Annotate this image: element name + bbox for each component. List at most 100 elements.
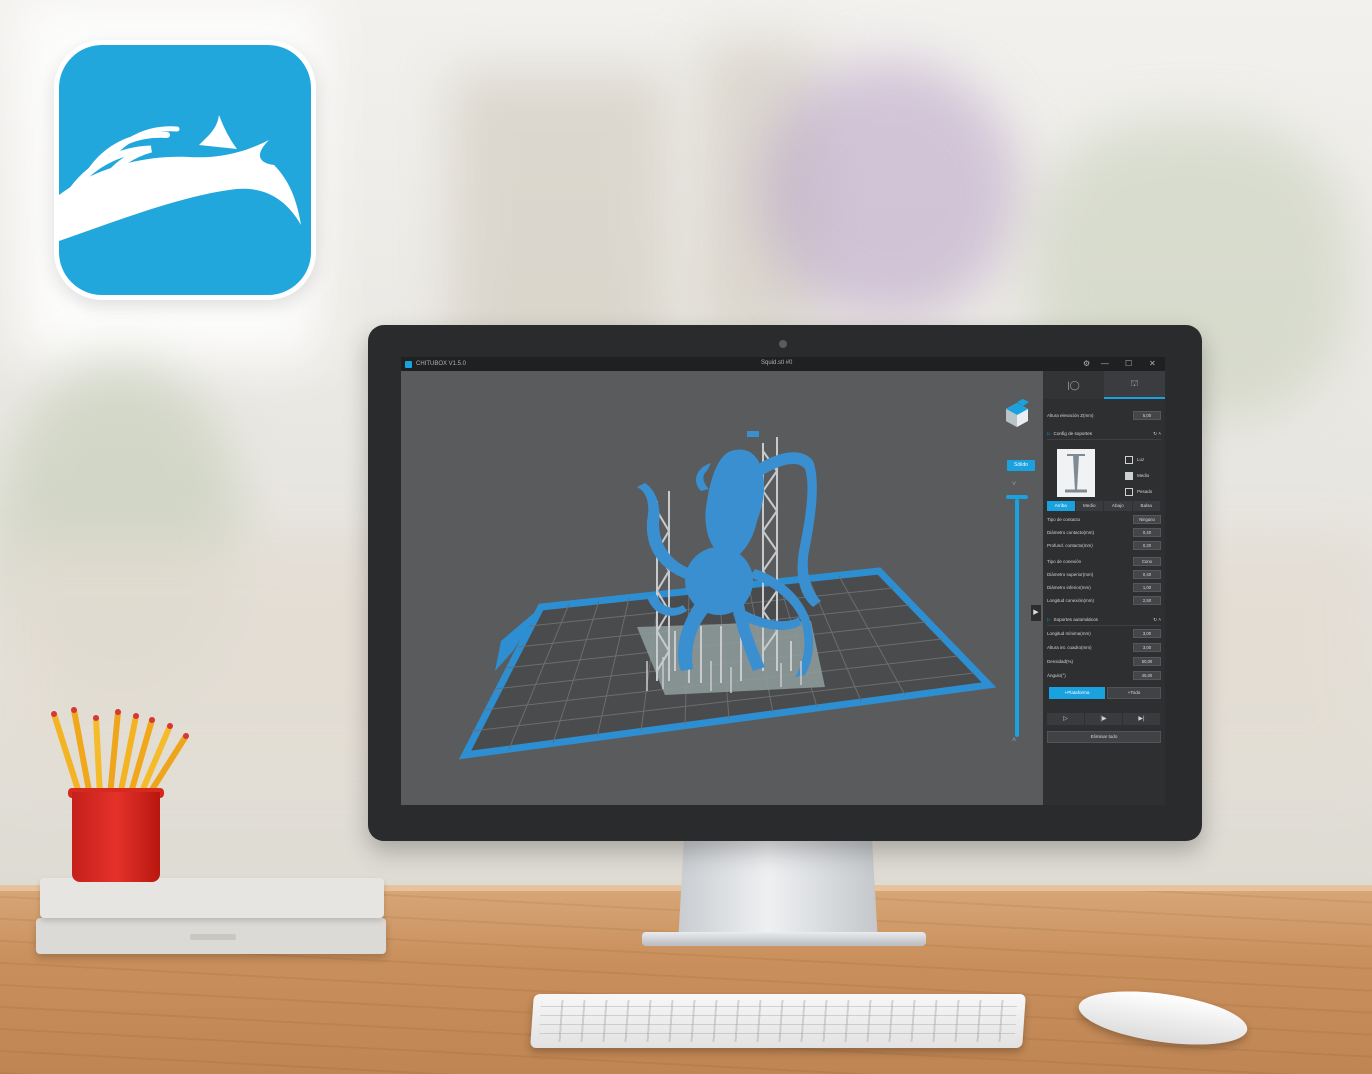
subtab-middle[interactable]: Medio <box>1075 501 1104 511</box>
support-action-row: ▷ |▶ ▶| <box>1047 713 1161 725</box>
contact-type-row: Tipo de contacto Ninguno <box>1047 515 1161 524</box>
monitor-stand <box>678 838 878 944</box>
support-config-title: Config de soportes <box>1053 431 1093 436</box>
min-length-row: Longitud mínima(mm) 3,00 <box>1047 629 1161 638</box>
upper-diameter-label: Diámetro superior(mm) <box>1047 572 1094 577</box>
contact-depth-row: Profund. contacto(mm) 0,20 <box>1047 541 1161 550</box>
density-light-option[interactable]: Luz <box>1125 455 1165 464</box>
monitor-stand-base <box>642 932 926 946</box>
density-light-label: Luz <box>1137 457 1145 462</box>
panel-toggle-button[interactable]: ▶ <box>1031 605 1041 621</box>
contact-diameter-input[interactable]: 0,40 <box>1133 528 1161 537</box>
connection-type-select[interactable]: Cono <box>1133 557 1161 566</box>
angle-input[interactable]: 45,00 <box>1133 671 1161 680</box>
contact-diameter-row: Diámetro contacto(mm) 0,40 <box>1047 528 1161 537</box>
auto-supports-header[interactable]: ▷ Soportes automáticos ↻ ˄ <box>1047 615 1161 626</box>
contact-type-label: Tipo de contacto <box>1047 517 1081 522</box>
upper-diameter-input[interactable]: 0,40 <box>1133 570 1161 579</box>
density-medium-label: Medio <box>1137 473 1150 478</box>
keyboard-keys <box>538 1000 1018 1042</box>
support-config-header[interactable]: ▷ Config de soportes ↻ ˄ <box>1047 429 1161 440</box>
density-heavy-label: Pesado <box>1137 489 1153 494</box>
settings-icon[interactable]: ⚙ <box>1083 359 1090 368</box>
subtab-bottom[interactable]: Abajo <box>1104 501 1133 511</box>
contact-type-select[interactable]: Ninguno <box>1133 515 1161 524</box>
support-diagram-icon <box>1065 454 1087 493</box>
minimize-button[interactable]: — <box>1101 359 1109 368</box>
photo-scene: CHITUBOX V1.5.0 Squid.stl #0 ⚙ — ☐ ✕ Sól… <box>0 0 1372 1074</box>
document-title: Squid.stl #0 <box>761 360 793 366</box>
render-mode-button[interactable]: Sólido <box>1007 460 1035 471</box>
supports-config-icon: ⛫ <box>1130 378 1139 388</box>
inner-height-label: Altura int. cuadro(mm) <box>1047 645 1092 650</box>
inner-height-input[interactable]: 3,00 <box>1133 643 1161 652</box>
density-medium-checkbox[interactable] <box>1125 471 1133 480</box>
tab-supports-tool[interactable]: |◯ <box>1043 371 1104 399</box>
app-icon <box>405 360 412 368</box>
play-icon[interactable]: ▷ <box>1047 713 1085 725</box>
horse-logo-icon <box>59 115 301 241</box>
maximize-button[interactable]: ☐ <box>1125 359 1132 368</box>
density-medium-option[interactable]: Medio <box>1125 471 1165 480</box>
background-lavender-plant <box>760 60 1020 320</box>
step-forward-icon[interactable]: |▶ <box>1085 713 1123 725</box>
connection-length-input[interactable]: 2,50 <box>1133 596 1161 605</box>
monitor-screen: CHITUBOX V1.5.0 Squid.stl #0 ⚙ — ☐ ✕ Sól… <box>401 357 1165 805</box>
add-platform-supports-button[interactable]: +Plataforma <box>1049 687 1105 699</box>
book <box>40 878 384 918</box>
support-settings-panel: |◯ ⛫ Altura elevación Z(mm) 5,00 ▷ Config… <box>1043 371 1165 805</box>
keyboard <box>530 994 1026 1048</box>
lift-height-input[interactable]: 5,00 <box>1133 411 1161 420</box>
layer-slider-top-arrow[interactable]: ˅ <box>1012 481 1016 488</box>
pencil-cup <box>72 792 160 882</box>
layer-slider[interactable] <box>1015 499 1019 737</box>
app-name: CHITUBOX V1.5.0 <box>416 361 467 367</box>
density-heavy-checkbox[interactable] <box>1125 487 1133 496</box>
section-play-icon: ▷ <box>1047 617 1051 622</box>
webcam <box>779 340 787 348</box>
refresh-icon[interactable]: ↻ ˄ <box>1153 617 1161 623</box>
view-cube-icon[interactable] <box>1003 399 1031 429</box>
title-bar: CHITUBOX V1.5.0 Squid.stl #0 ⚙ — ☐ ✕ <box>401 357 1165 371</box>
delete-all-button[interactable]: Eliminar todo <box>1047 731 1161 743</box>
angle-row: Ángulo(°) 45,00 <box>1047 671 1161 680</box>
density-input[interactable]: 50,00 <box>1133 657 1161 666</box>
lower-diameter-input[interactable]: 1,00 <box>1133 583 1161 592</box>
tab-supports-config[interactable]: ⛫ <box>1104 371 1165 399</box>
density-heavy-option[interactable]: Pesado <box>1125 487 1165 496</box>
connection-type-label: Tipo de conexión <box>1047 559 1082 564</box>
book-clip <box>190 934 236 940</box>
density-light-checkbox[interactable] <box>1125 455 1133 464</box>
contact-depth-input[interactable]: 0,20 <box>1133 541 1161 550</box>
subtab-raft[interactable]: Balsa <box>1132 501 1161 511</box>
3d-viewport[interactable]: Sólido ˅ ˄ ▶ <box>401 371 1043 805</box>
lower-diameter-label: Diámetro inferior(mm) <box>1047 585 1091 590</box>
supports-tool-icon: |◯ <box>1067 379 1080 390</box>
close-button[interactable]: ✕ <box>1149 359 1156 368</box>
min-length-label: Longitud mínima(mm) <box>1047 631 1091 636</box>
build-plate[interactable] <box>401 371 1043 805</box>
connection-length-row: Longitud conexión(mm) 2,50 <box>1047 596 1161 605</box>
section-play-icon: ▷ <box>1047 431 1051 436</box>
lower-diameter-row: Diámetro inferior(mm) 1,00 <box>1047 583 1161 592</box>
layer-slider-bottom-arrow[interactable]: ˄ <box>1012 737 1016 744</box>
chitubox-logo-icon <box>54 40 316 300</box>
auto-supports-title: Soportes automáticos <box>1053 617 1098 622</box>
connection-length-label: Longitud conexión(mm) <box>1047 598 1095 603</box>
inner-height-row: Altura int. cuadro(mm) 3,00 <box>1047 643 1161 652</box>
angle-label: Ángulo(°) <box>1047 673 1066 678</box>
panel-tabs: |◯ ⛫ <box>1043 371 1165 399</box>
lift-height-label: Altura elevación Z(mm) <box>1047 413 1094 418</box>
contact-depth-label: Profund. contacto(mm) <box>1047 543 1093 548</box>
support-preview-image <box>1057 449 1095 497</box>
upper-diameter-row: Diámetro superior(mm) 0,40 <box>1047 570 1161 579</box>
add-all-supports-button[interactable]: +Todo <box>1107 687 1161 699</box>
subtab-top[interactable]: Arriba <box>1047 501 1076 511</box>
density-label: Densidad(%) <box>1047 659 1074 664</box>
pencils <box>51 707 189 799</box>
connection-type-row: Tipo de conexión Cono <box>1047 557 1161 566</box>
step-end-icon[interactable]: ▶| <box>1123 713 1161 725</box>
density-row: Densidad(%) 50,00 <box>1047 657 1161 666</box>
refresh-icon[interactable]: ↻ ˄ <box>1153 431 1161 437</box>
min-length-input[interactable]: 3,00 <box>1133 629 1161 638</box>
